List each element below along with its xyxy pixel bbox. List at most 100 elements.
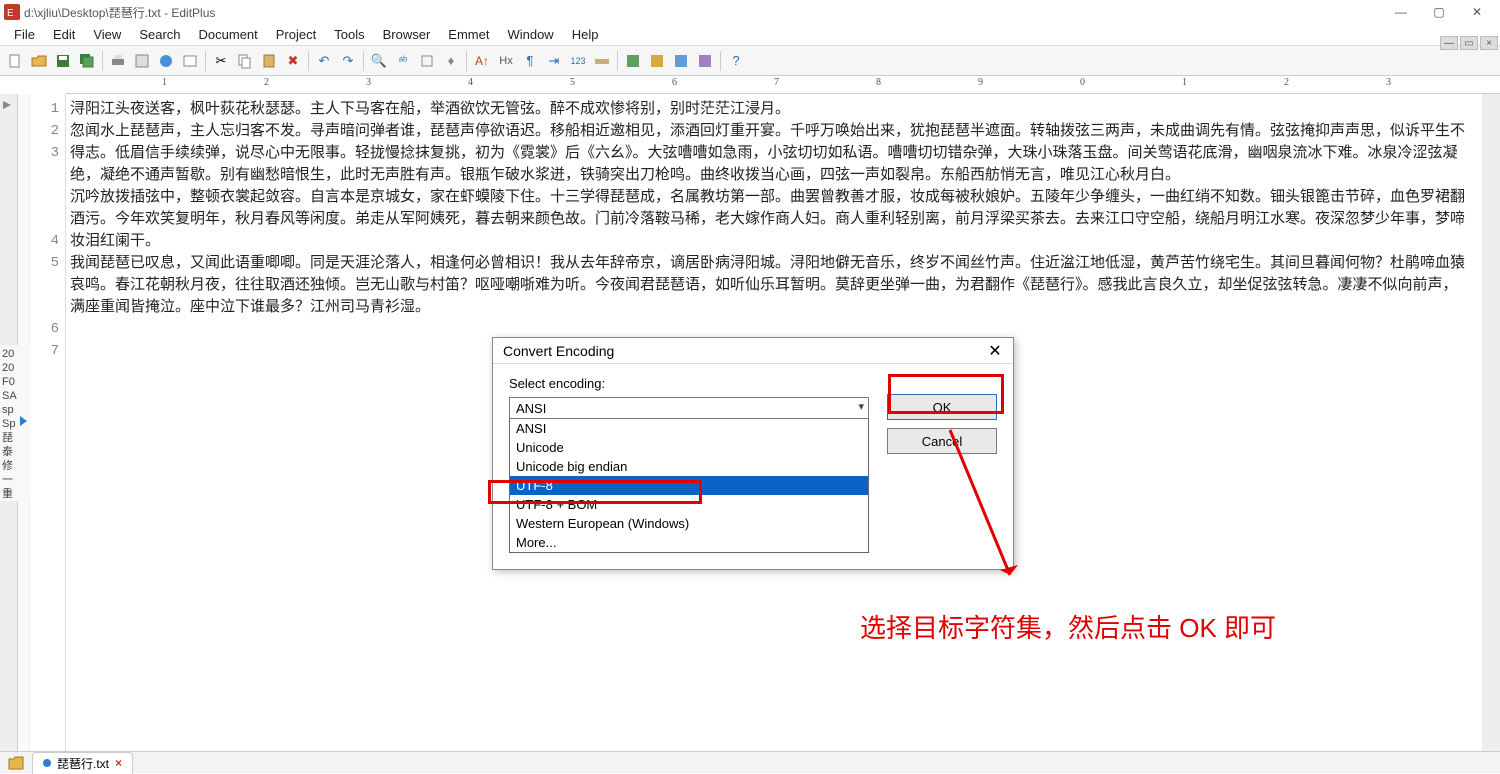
line-number-gutter: 1 2 3 4 5 6 7 <box>30 94 66 751</box>
help-icon[interactable]: ? <box>725 50 747 72</box>
bookmark-icon[interactable]: ♦ <box>440 50 462 72</box>
line-num-icon[interactable]: 123 <box>567 50 589 72</box>
directory-icon[interactable] <box>646 50 668 72</box>
replace-icon[interactable]: ᵃᵇ <box>392 50 414 72</box>
line-number: 6 <box>30 318 65 340</box>
ruler-mark: 2 <box>264 77 269 88</box>
menu-tools[interactable]: Tools <box>326 25 372 44</box>
ruler: 1 2 3 4 5 6 7 8 9 0 1 2 3 <box>66 76 1500 94</box>
output-icon[interactable] <box>670 50 692 72</box>
vertical-scrollbar[interactable] <box>1482 94 1500 751</box>
browser-icon[interactable] <box>155 50 177 72</box>
toolbar: ✂ ✖ ↶ ↷ 🔍 ᵃᵇ ♦ A↑ Hx ¶ ⇥ 123 ? <box>0 46 1500 76</box>
copy-icon[interactable] <box>234 50 256 72</box>
menu-project[interactable]: Project <box>268 25 324 44</box>
window-list-icon[interactable] <box>622 50 644 72</box>
line-number: 5 <box>30 252 65 318</box>
encoding-option-utf8[interactable]: UTF-8 <box>510 476 868 495</box>
window-titlebar: E d:\xjliu\Desktop\琵琶行.txt - EditPlus — … <box>0 0 1500 24</box>
indent-icon[interactable]: ⇥ <box>543 50 565 72</box>
word-wrap-icon[interactable]: ¶ <box>519 50 541 72</box>
encoding-option-unicode-be[interactable]: Unicode big endian <box>510 457 868 476</box>
line-number: 3 <box>30 142 65 230</box>
encoding-selected-value: ANSI <box>516 401 546 416</box>
encoding-option-utf8-bom[interactable]: UTF-8 + BOM <box>510 495 868 514</box>
dialog-close-icon[interactable]: ✕ <box>983 341 1007 361</box>
encoding-option-western[interactable]: Western European (Windows) <box>510 514 868 533</box>
convert-encoding-dialog: Convert Encoding ✕ Select encoding: ANSI… <box>492 337 1014 570</box>
select-encoding-label: Select encoding: <box>509 376 869 391</box>
find-icon[interactable]: 🔍 <box>368 50 390 72</box>
mdi-controls: — ▭ × <box>1440 36 1498 50</box>
window-title: d:\xjliu\Desktop\琵琶行.txt - EditPlus <box>24 4 215 21</box>
menubar: File Edit View Search Document Project T… <box>0 24 1500 46</box>
html-check-icon[interactable] <box>179 50 201 72</box>
menu-view[interactable]: View <box>85 25 129 44</box>
folder-icon[interactable] <box>8 756 24 770</box>
encoding-listbox[interactable]: ANSI Unicode Unicode big endian UTF-8 UT… <box>509 419 869 553</box>
line-number: 7 <box>30 340 65 362</box>
menu-edit[interactable]: Edit <box>45 25 83 44</box>
menu-browser[interactable]: Browser <box>375 25 439 44</box>
mdi-restore-icon[interactable]: ▭ <box>1460 36 1478 50</box>
tab-filename: 琵琶行.txt <box>57 755 109 772</box>
tab-close-icon[interactable]: × <box>115 756 122 770</box>
ruler-mark: 7 <box>774 77 779 88</box>
redo-icon[interactable]: ↷ <box>337 50 359 72</box>
mdi-close-icon[interactable]: × <box>1480 36 1498 50</box>
undo-icon[interactable]: ↶ <box>313 50 335 72</box>
menu-emmet[interactable]: Emmet <box>440 25 497 44</box>
menu-help[interactable]: Help <box>564 25 607 44</box>
close-button[interactable]: ✕ <box>1458 2 1496 22</box>
text-line: 沉吟放拨插弦中，整顿衣裳起敛容。自言本是京城女，家在虾蟆陵下住。十三学得琵琶成，… <box>70 186 1472 252</box>
app-icon: E <box>4 4 20 20</box>
encoding-option-unicode[interactable]: Unicode <box>510 438 868 457</box>
ruler-icon[interactable] <box>591 50 613 72</box>
ruler-mark: 6 <box>672 77 677 88</box>
text-line: 我闻琵琶已叹息，又闻此语重唧唧。同是天涯沦落人，相逢何必曾相识！我从去年辞帝京，… <box>70 252 1472 318</box>
open-file-icon[interactable] <box>28 50 50 72</box>
ruler-mark: 0 <box>1080 77 1085 88</box>
mdi-minimize-icon[interactable]: — <box>1440 36 1458 50</box>
tab-modified-dot-icon <box>43 759 51 767</box>
cliptext-icon[interactable] <box>694 50 716 72</box>
svg-text:E: E <box>7 8 14 19</box>
encoding-combobox[interactable]: ANSI <box>509 397 869 419</box>
line-number: 4 <box>30 230 65 252</box>
menu-search[interactable]: Search <box>131 25 188 44</box>
annotation-text: 选择目标字符集，然后点击 OK 即可 <box>860 608 1276 645</box>
hex-icon[interactable]: Hx <box>495 50 517 72</box>
cut-icon[interactable]: ✂ <box>210 50 232 72</box>
ruler-mark: 5 <box>570 77 575 88</box>
maximize-button[interactable]: ▢ <box>1420 2 1458 22</box>
menu-file[interactable]: File <box>6 25 43 44</box>
goto-icon[interactable] <box>416 50 438 72</box>
ruler-mark: 9 <box>978 77 983 88</box>
ruler-mark: 2 <box>1284 77 1289 88</box>
cancel-button[interactable]: Cancel <box>887 428 997 454</box>
save-all-icon[interactable] <box>76 50 98 72</box>
encoding-option-more[interactable]: More... <box>510 533 868 552</box>
collapse-arrow-icon[interactable] <box>0 98 14 112</box>
ok-button[interactable]: OK <box>887 394 997 420</box>
ruler-mark: 1 <box>1182 77 1187 88</box>
ruler-mark: 3 <box>1386 77 1391 88</box>
menu-window[interactable]: Window <box>499 25 561 44</box>
larger-font-icon[interactable]: A↑ <box>471 50 493 72</box>
print-preview-icon[interactable] <box>131 50 153 72</box>
minimize-button[interactable]: — <box>1382 2 1420 22</box>
menu-document[interactable]: Document <box>191 25 266 44</box>
delete-icon[interactable]: ✖ <box>282 50 304 72</box>
text-line: 浔阳江头夜送客，枫叶荻花秋瑟瑟。主人下马客在船，举酒欲饮无管弦。醉不成欢惨将别，… <box>70 98 1472 120</box>
encoding-option-ansi[interactable]: ANSI <box>510 419 868 438</box>
new-file-icon[interactable] <box>4 50 26 72</box>
print-icon[interactable] <box>107 50 129 72</box>
document-tab[interactable]: 琵琶行.txt × <box>32 752 133 774</box>
paste-icon[interactable] <box>258 50 280 72</box>
ruler-mark: 4 <box>468 77 473 88</box>
marker-triangle-icon <box>20 416 27 426</box>
save-icon[interactable] <box>52 50 74 72</box>
line-number: 2 <box>30 120 65 142</box>
ruler-mark: 1 <box>162 77 167 88</box>
text-line: 忽闻水上琵琶声，主人忘归客不发。寻声暗问弹者谁，琵琶声停欲语迟。移船相近邀相见，… <box>70 120 1472 186</box>
